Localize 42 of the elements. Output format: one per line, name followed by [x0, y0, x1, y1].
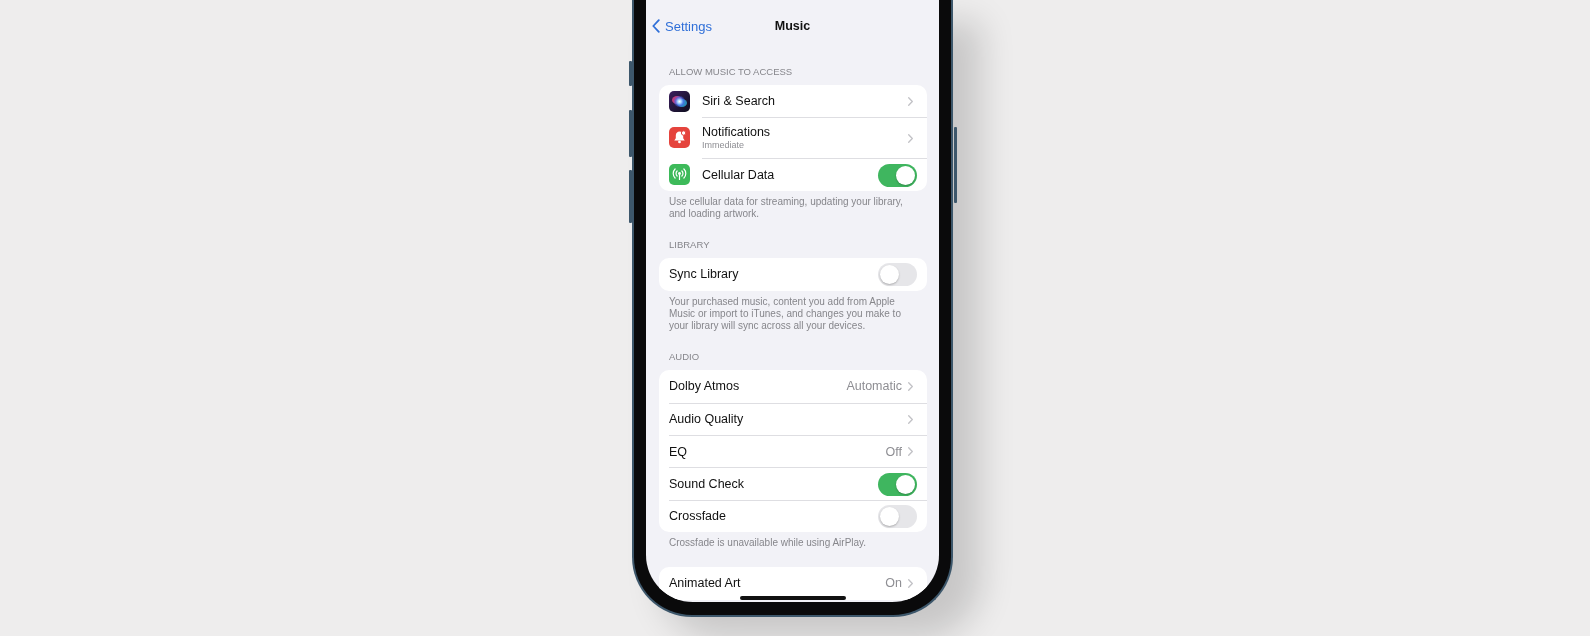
row-value: Off [885, 444, 902, 459]
screen-title: Music [774, 19, 811, 33]
chevron-icon [908, 578, 913, 588]
chevron-icon [908, 133, 913, 143]
toggle-switch[interactable] [878, 163, 917, 187]
row-label: Sound Check [669, 477, 745, 492]
chevron-icon [908, 414, 913, 424]
back-chevron-icon [652, 19, 660, 33]
row-subtitle: Immediate [702, 139, 745, 152]
row-label: Cellular Data [702, 168, 775, 183]
settings-row[interactable]: Notifications Immediate [659, 117, 927, 159]
settings-row[interactable]: EQ Off [659, 434, 927, 468]
section-header: ALLOW MUSIC TO ACCESS [668, 65, 794, 79]
toggle-switch[interactable] [878, 504, 917, 528]
bell-icon [669, 127, 690, 149]
back-button[interactable]: Settings [652, 18, 712, 34]
row-label: Notifications [702, 125, 771, 140]
chevron-icon [908, 381, 913, 391]
settings-row[interactable]: Audio Quality [659, 402, 927, 435]
row-value: Automatic [846, 379, 902, 394]
section-footer: Crossfade is unavailable while using AirPlay. [646, 532, 939, 550]
row-label: EQ [669, 444, 688, 459]
settings-row[interactable]: Animated Art On [659, 567, 927, 600]
row-label: Animated Art [669, 576, 741, 591]
settings-row[interactable]: Dolby Atmos Automatic [659, 370, 927, 403]
chevron-icon [908, 96, 913, 106]
row-label: Dolby Atmos [669, 379, 740, 394]
section-footer: Use cellular data for streaming, updating your library, and loading artwork. [646, 190, 939, 220]
toggle-switch[interactable] [878, 262, 917, 286]
row-value: On [885, 576, 902, 591]
section-header: AUDIO [668, 350, 701, 365]
section-footer: Your purchased music, content you add from Apple Music or import to iTunes, and changes you make to your library will sync across all your devices. [646, 290, 939, 332]
toggle-switch[interactable] [878, 472, 917, 496]
orb-icon [669, 90, 690, 112]
row-label: Crossfade [669, 509, 726, 524]
antenna-icon [669, 164, 690, 186]
row-label: Siri & Search [702, 94, 775, 109]
row-label: Sync Library [669, 267, 739, 282]
settings-row[interactable]: Siri & Search [659, 85, 927, 118]
row-label: Audio Quality [669, 412, 744, 427]
chevron-icon [908, 447, 913, 457]
section-header: LIBRARY [668, 238, 711, 253]
